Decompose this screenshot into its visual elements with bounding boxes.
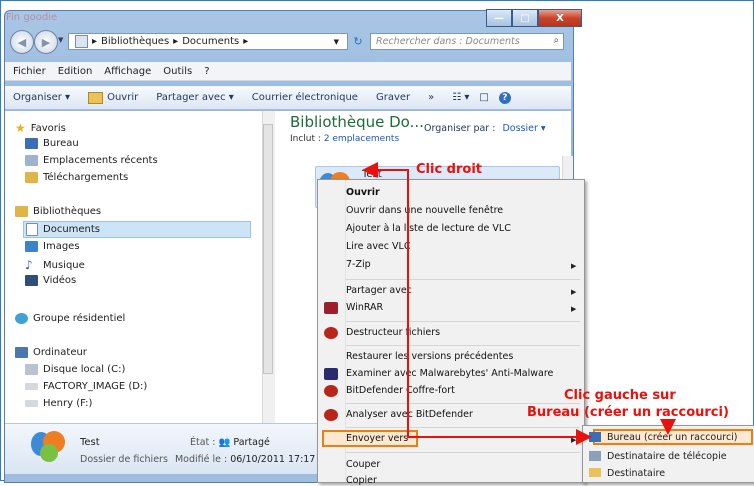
annotation-clic-gauche-line1: Clic gauche sur xyxy=(564,388,676,403)
arrow-envoyer-vers xyxy=(407,176,418,438)
arrow-clic-droit xyxy=(362,162,409,178)
annotation-clic-gauche-line2: Bureau (créer un raccourci) xyxy=(527,405,729,420)
annotation-clic-droit: Clic droit xyxy=(416,162,483,177)
